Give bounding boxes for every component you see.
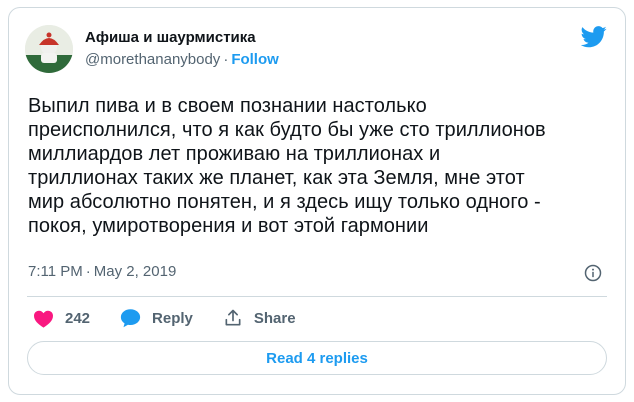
read-replies-button[interactable]: Read 4 replies <box>27 341 607 375</box>
avatar[interactable] <box>25 25 73 73</box>
action-bar: 242 Reply Share <box>33 306 326 330</box>
follow-link[interactable]: Follow <box>231 51 279 68</box>
author-handle[interactable]: @morethananybody <box>85 51 220 68</box>
tweet-text: Выпил пива и в своем познании настолько … <box>28 95 546 237</box>
handle-separator: · <box>223 51 229 68</box>
tweet-date: May 2, 2019 <box>93 263 177 280</box>
reply-bubble-icon <box>120 309 141 328</box>
tweet-time: 7:11 PM <box>28 263 83 280</box>
share-icon <box>225 309 241 326</box>
author-block: Афиша и шаурмистика @morethananybody · Fol… <box>85 28 279 70</box>
timestamp-separator: · <box>85 263 91 280</box>
like-button[interactable]: 242 <box>33 309 90 328</box>
like-count: 242 <box>65 309 91 327</box>
twitter-bird-icon[interactable] <box>581 26 607 48</box>
reply-button[interactable]: Reply <box>120 308 193 328</box>
reply-label: Reply <box>152 309 193 327</box>
divider <box>27 296 607 297</box>
author-display-name[interactable]: Афиша и шаурмистика <box>85 28 279 48</box>
share-button[interactable]: Share <box>223 308 296 328</box>
author-handle-row: @morethananybody · Follow <box>85 50 279 70</box>
tweet-card: Афиша и шаурмистика @morethananybody · Fol… <box>8 7 626 395</box>
heart-icon <box>34 310 53 328</box>
tweet-timestamp[interactable]: 7:11 PM · May 2, 2019 <box>28 262 176 282</box>
avatar-image <box>25 25 73 73</box>
info-icon[interactable] <box>584 264 602 282</box>
share-label: Share <box>253 309 296 327</box>
